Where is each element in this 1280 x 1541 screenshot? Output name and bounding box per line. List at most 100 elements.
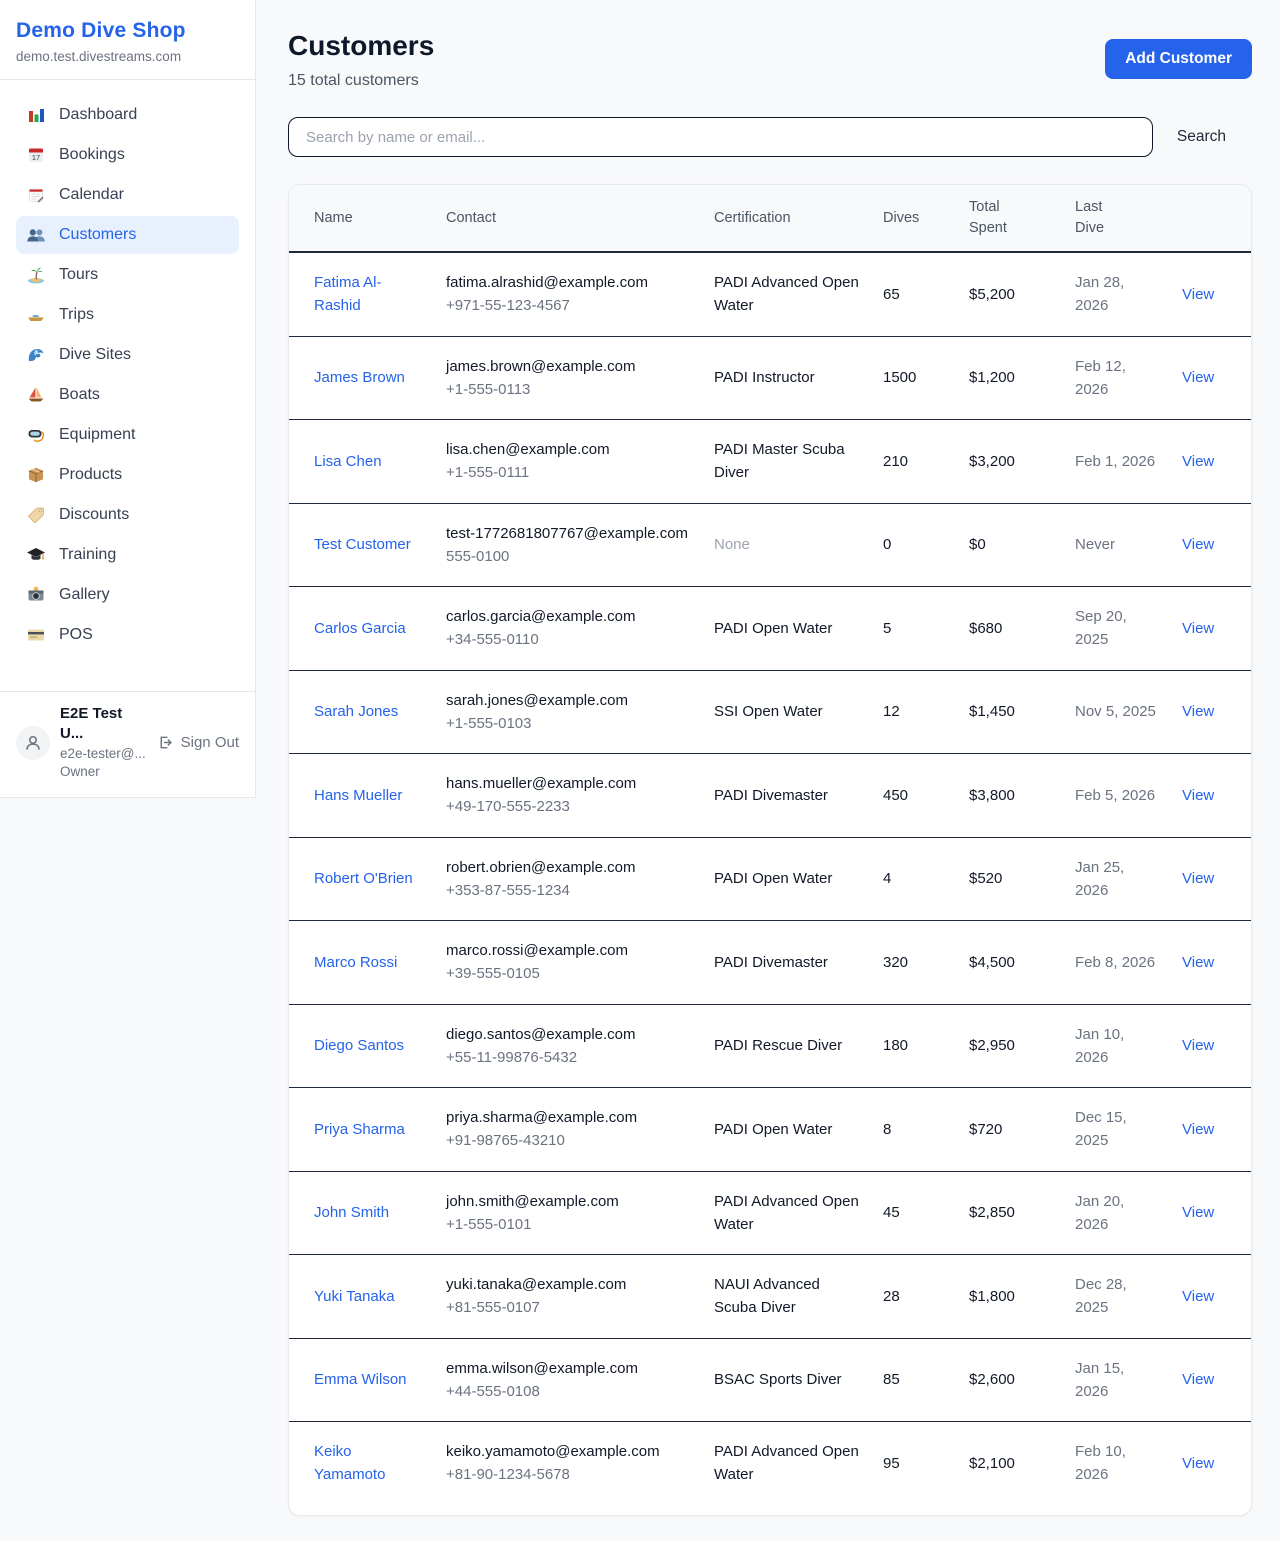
- customer-name-link[interactable]: Sarah Jones: [314, 703, 398, 720]
- sidebar-nav: Dashboard 17 Bookings Calendar Customers…: [0, 80, 255, 691]
- customer-certification: PADI Open Water: [702, 837, 871, 921]
- add-customer-button[interactable]: Add Customer: [1105, 39, 1252, 79]
- customer-dives: 180: [871, 1004, 957, 1088]
- sidebar-item-customers[interactable]: Customers: [16, 216, 239, 254]
- customer-last-dive: Jan 25, 2026: [1063, 837, 1170, 921]
- sidebar-item-trips[interactable]: Trips: [16, 296, 239, 334]
- sidebar-item-equipment[interactable]: Equipment: [16, 416, 239, 454]
- customer-name-link[interactable]: Diego Santos: [314, 1037, 404, 1054]
- sidebar-item-label: Boats: [59, 386, 100, 404]
- view-link[interactable]: View: [1182, 286, 1214, 303]
- customer-dives: 320: [871, 921, 957, 1005]
- customer-name-link[interactable]: James Brown: [314, 369, 405, 386]
- view-link[interactable]: View: [1182, 870, 1214, 887]
- sidebar-item-pos[interactable]: POS: [16, 616, 239, 654]
- view-link[interactable]: View: [1182, 453, 1214, 470]
- table-header: Name Contact Certification Dives Total S…: [289, 185, 1252, 252]
- customer-dives: 450: [871, 754, 957, 838]
- view-link[interactable]: View: [1182, 1455, 1214, 1472]
- avatar: [16, 726, 50, 760]
- sidebar-item-dive-sites[interactable]: Dive Sites: [16, 336, 239, 374]
- sidebar-item-dashboard[interactable]: Dashboard: [16, 96, 239, 134]
- view-link[interactable]: View: [1182, 1121, 1214, 1138]
- customer-phone: +49-170-555-2233: [446, 795, 690, 818]
- table-row: Keiko Yamamoto keiko.yamamoto@example.co…: [289, 1422, 1252, 1515]
- customer-name-link[interactable]: Carlos Garcia: [314, 620, 406, 637]
- customer-total-spent: $1,450: [957, 670, 1063, 754]
- sidebar-item-boats[interactable]: Boats: [16, 376, 239, 414]
- sidebar-item-tours[interactable]: Tours: [16, 256, 239, 294]
- sidebar-item-products[interactable]: Products: [16, 456, 239, 494]
- customer-email: sarah.jones@example.com: [446, 689, 690, 712]
- search-input[interactable]: [288, 117, 1153, 157]
- view-link[interactable]: View: [1182, 620, 1214, 637]
- customer-name-link[interactable]: Fatima Al-Rashid: [314, 274, 382, 314]
- customer-last-dive: Feb 1, 2026: [1063, 420, 1170, 504]
- view-link[interactable]: View: [1182, 954, 1214, 971]
- customer-email: marco.rossi@example.com: [446, 939, 690, 962]
- sidebar-item-gallery[interactable]: Gallery: [16, 576, 239, 614]
- customer-name-link[interactable]: Priya Sharma: [314, 1121, 405, 1138]
- table-row: James Brown james.brown@example.com +1-5…: [289, 336, 1252, 420]
- customers-icon: [26, 225, 46, 245]
- customer-name-link[interactable]: Keiko Yamamoto: [314, 1443, 385, 1483]
- user-section: E2E Test U... e2e-tester@... Owner Sign …: [0, 691, 255, 797]
- customer-last-dive: Nov 5, 2025: [1063, 670, 1170, 754]
- view-link[interactable]: View: [1182, 787, 1214, 804]
- customer-email: james.brown@example.com: [446, 355, 690, 378]
- calendar-pad-icon: [26, 185, 46, 205]
- sidebar: Demo Dive Shop demo.test.divestreams.com…: [0, 0, 256, 798]
- customer-certification: BSAC Sports Diver: [702, 1338, 871, 1422]
- view-link[interactable]: View: [1182, 1037, 1214, 1054]
- diving-mask-icon: [26, 425, 46, 445]
- sidebar-item-bookings[interactable]: 17 Bookings: [16, 136, 239, 174]
- customer-name-link[interactable]: Emma Wilson: [314, 1371, 407, 1388]
- customer-total-spent: $2,600: [957, 1338, 1063, 1422]
- page-header: Customers 15 total customers Add Custome…: [288, 30, 1252, 90]
- sidebar-item-calendar[interactable]: Calendar: [16, 176, 239, 214]
- customer-name-link[interactable]: Test Customer: [314, 536, 411, 553]
- customer-name-link[interactable]: Lisa Chen: [314, 453, 382, 470]
- sidebar-item-label: Equipment: [59, 426, 136, 444]
- customer-name-link[interactable]: Marco Rossi: [314, 954, 397, 971]
- customer-email: robert.obrien@example.com: [446, 856, 690, 879]
- sidebar-item-label: Gallery: [59, 586, 110, 604]
- sidebar-item-label: Dive Sites: [59, 346, 131, 364]
- customers-table-body: Fatima Al-Rashid fatima.alrashid@example…: [289, 252, 1252, 1515]
- customer-last-dive: Never: [1063, 503, 1170, 587]
- customer-dives: 65: [871, 252, 957, 336]
- customer-name-link[interactable]: John Smith: [314, 1204, 389, 1221]
- shop-domain: demo.test.divestreams.com: [16, 49, 239, 64]
- column-header-certification: Certification: [702, 185, 871, 252]
- customer-last-dive: Jan 20, 2026: [1063, 1171, 1170, 1255]
- column-header-last-dive: Last Dive: [1063, 185, 1170, 252]
- customer-dives: 28: [871, 1255, 957, 1339]
- sidebar-item-discounts[interactable]: Discounts: [16, 496, 239, 534]
- camera-icon: [26, 585, 46, 605]
- customer-dives: 4: [871, 837, 957, 921]
- search-button[interactable]: Search: [1153, 120, 1252, 154]
- sidebar-item-label: Bookings: [59, 146, 125, 164]
- view-link[interactable]: View: [1182, 1204, 1214, 1221]
- tag-icon: [26, 505, 46, 525]
- customer-total-spent: $720: [957, 1088, 1063, 1172]
- view-link[interactable]: View: [1182, 1371, 1214, 1388]
- customer-name-link[interactable]: Yuki Tanaka: [314, 1288, 395, 1305]
- view-link[interactable]: View: [1182, 369, 1214, 386]
- table-row: Yuki Tanaka yuki.tanaka@example.com +81-…: [289, 1255, 1252, 1339]
- customer-name-link[interactable]: Hans Mueller: [314, 787, 402, 804]
- view-link[interactable]: View: [1182, 1288, 1214, 1305]
- main-content: Customers 15 total customers Add Custome…: [288, 0, 1252, 1541]
- view-link[interactable]: View: [1182, 536, 1214, 553]
- sidebar-item-label: Trips: [59, 306, 94, 324]
- shop-name: Demo Dive Shop: [16, 19, 239, 43]
- customer-email: lisa.chen@example.com: [446, 438, 690, 461]
- customer-last-dive: Jan 15, 2026: [1063, 1338, 1170, 1422]
- customer-name-link[interactable]: Robert O'Brien: [314, 870, 413, 887]
- view-link[interactable]: View: [1182, 703, 1214, 720]
- customer-total-spent: $520: [957, 837, 1063, 921]
- sign-out-button[interactable]: Sign Out: [157, 734, 239, 751]
- customer-total-spent: $0: [957, 503, 1063, 587]
- sidebar-item-training[interactable]: Training: [16, 536, 239, 574]
- person-icon: [23, 733, 43, 753]
